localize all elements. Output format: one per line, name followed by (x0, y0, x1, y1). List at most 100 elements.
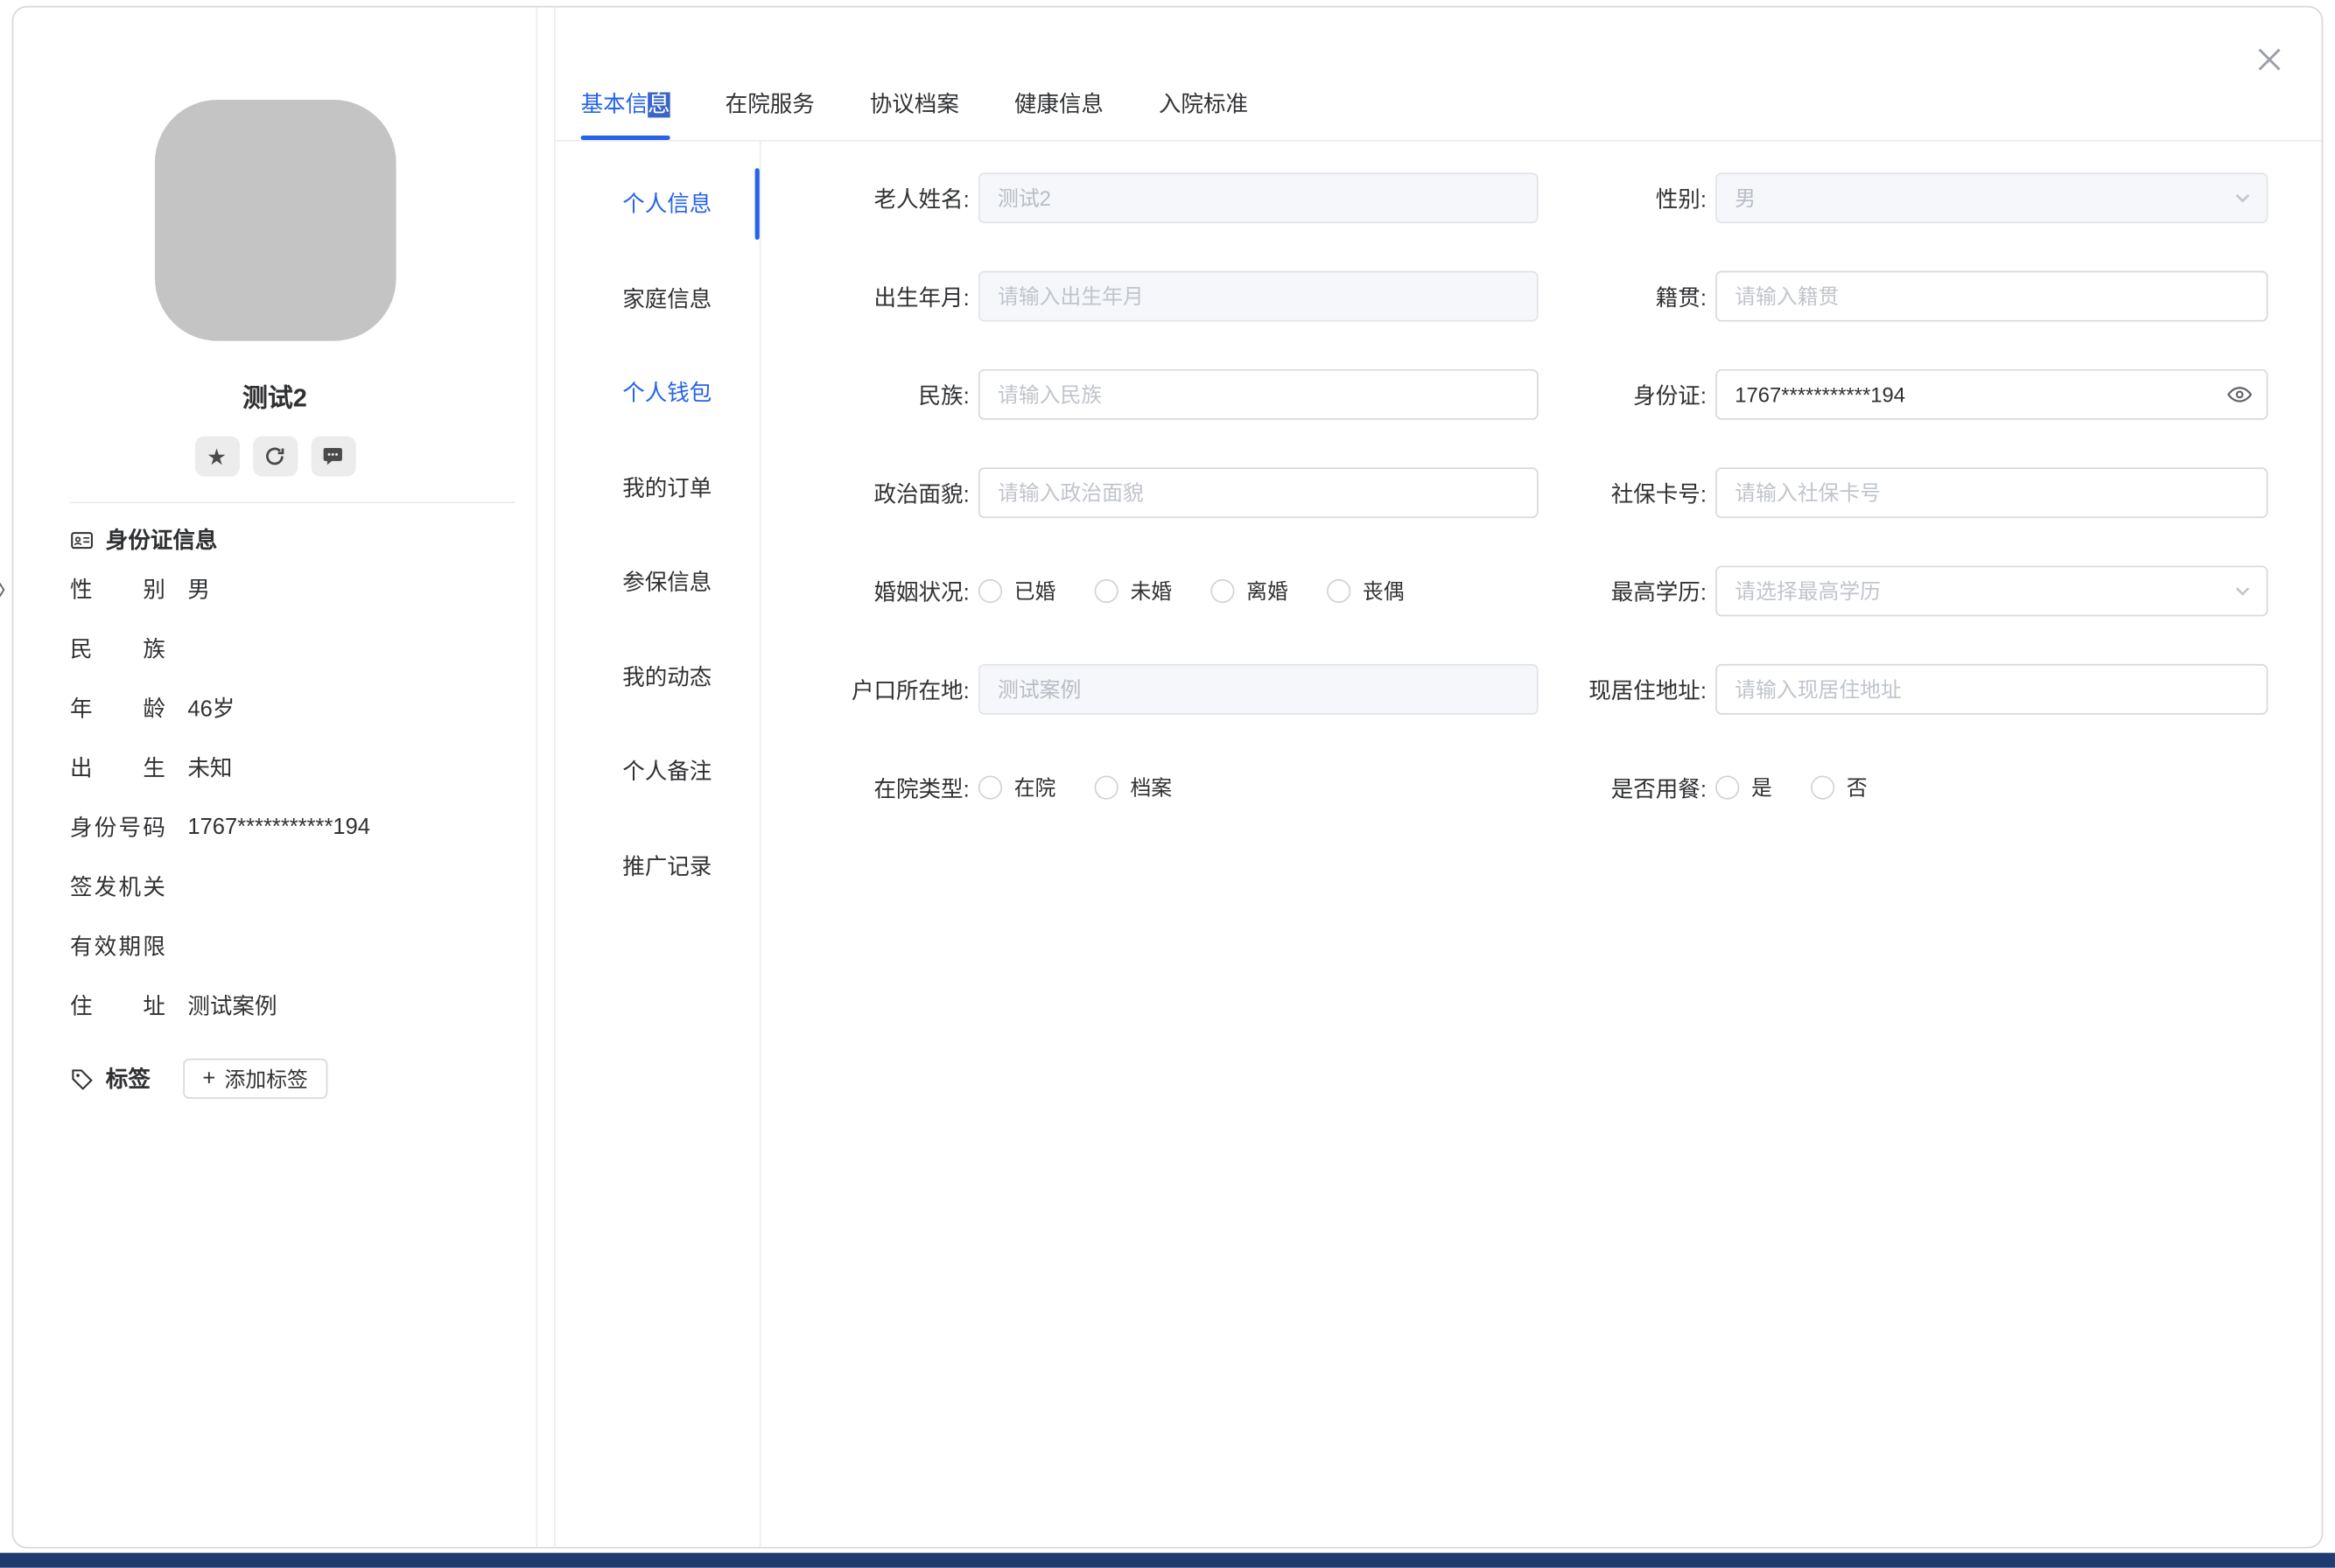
current-address-input[interactable] (1715, 664, 2268, 715)
radio-label: 离婚 (1246, 576, 1288, 606)
id-row-label: 有效期限 (70, 930, 165, 962)
tag-icon (70, 1067, 94, 1090)
form-row: 户口所在地: 现居住地址: (790, 664, 2321, 715)
sub-navigation: 个人信息 家庭信息 个人钱包 我的订单 参保信息 我的动态 个人备注 推广记录 (556, 142, 761, 1547)
subnav-personal-notes[interactable]: 个人备注 (556, 724, 760, 818)
sync-icon (263, 445, 286, 468)
social-security-input[interactable] (1715, 467, 2268, 518)
radio-unmarried[interactable]: 未婚 (1095, 576, 1172, 606)
screen: 〉 测试2 ★ (0, 0, 2335, 1568)
eye-icon[interactable] (2226, 382, 2254, 409)
favorite-button[interactable]: ★ (194, 437, 239, 477)
active-indicator (755, 168, 760, 240)
id-row-label: 年龄 (70, 691, 165, 723)
education-label: 最高学历: (1539, 576, 1715, 607)
id-card-section-title: 身份证信息 (70, 524, 522, 556)
tab-in-facility-services[interactable]: 在院服务 (726, 8, 815, 140)
radio-married[interactable]: 已婚 (978, 576, 1055, 606)
radio-circle (1715, 775, 1739, 799)
marital-status-radio-group: 已婚 未婚 离婚 丧偶 (978, 576, 1539, 606)
id-row-label: 民族 (70, 632, 165, 663)
subnav-insurance-info[interactable]: 参保信息 (556, 535, 760, 629)
subnav-promotion-records[interactable]: 推广记录 (556, 818, 760, 913)
political-status-label: 政治面貌: (790, 477, 978, 508)
add-tag-button[interactable]: + 添加标签 (183, 1059, 327, 1099)
radio-circle (1811, 775, 1834, 799)
id-row-label: 出生 (70, 751, 165, 782)
id-number-label: 身份证: (1539, 379, 1715, 410)
id-number-input[interactable] (1715, 369, 2268, 420)
id-row-issuer: 签发机关 (70, 856, 522, 915)
radio-circle (978, 775, 1002, 799)
gender-select[interactable]: 男 (1715, 172, 2268, 223)
radio-divorced[interactable]: 离婚 (1210, 576, 1287, 606)
subnav-personal-wallet[interactable]: 个人钱包 (556, 346, 760, 440)
political-status-input[interactable] (978, 467, 1539, 518)
subnav-personal-info[interactable]: 个人信息 (556, 157, 760, 251)
native-place-input[interactable] (1715, 271, 2268, 322)
form-row: 民族: 身份证: (790, 369, 2321, 420)
radio-meal-no[interactable]: 否 (1811, 773, 1868, 802)
residency-type-label: 在院类型: (790, 772, 978, 803)
subnav-my-orders[interactable]: 我的订单 (556, 440, 760, 535)
id-row-age: 年龄 46岁 (70, 677, 522, 737)
form-row: 在院类型: 在院 档案 是否用餐: 是 否 (790, 762, 2321, 813)
tab-label: 基本信 (581, 92, 649, 117)
id-row-value: 测试案例 (187, 990, 277, 1021)
household-location-input[interactable] (978, 664, 1539, 715)
tab-label: 入院标准 (1159, 88, 1248, 119)
ethnicity-input[interactable] (978, 369, 1539, 420)
background-app-bar (0, 1553, 2335, 1568)
radio-widowed[interactable]: 丧偶 (1327, 576, 1404, 606)
tab-agreement-archive[interactable]: 协议档案 (870, 8, 959, 140)
radio-circle (1210, 579, 1234, 603)
gender-value: 男 (1735, 183, 1756, 213)
radio-in-facility[interactable]: 在院 (978, 773, 1055, 802)
tab-label: 协议档案 (870, 88, 959, 119)
radio-circle (1327, 579, 1350, 603)
tab-admission-criteria[interactable]: 入院标准 (1159, 8, 1248, 140)
elder-name-input[interactable] (978, 172, 1539, 223)
tab-basic-info[interactable]: 基本信息 (581, 8, 670, 140)
personal-info-form: 老人姓名: 性别: 男 出生年月: (761, 142, 2321, 1547)
id-row-value: 未知 (187, 751, 232, 782)
main-area: 基本信息 在院服务 协议档案 健康信息 入院标准 个人信息 (556, 8, 2322, 1547)
social-security-label: 社保卡号: (1539, 477, 1715, 508)
elder-name-label: 老人姓名: (790, 182, 978, 214)
birth-date-input[interactable] (978, 271, 1539, 322)
residency-type-radio-group: 在院 档案 (978, 773, 1539, 802)
close-icon[interactable] (2253, 43, 2285, 75)
native-place-label: 籍贯: (1539, 281, 1715, 312)
radio-label: 未婚 (1130, 576, 1172, 606)
radio-label: 已婚 (1014, 576, 1056, 606)
birth-date-label: 出生年月: (790, 281, 978, 312)
panel-gutter (537, 8, 555, 1547)
message-button[interactable] (311, 437, 355, 477)
chevron-down-icon (2233, 189, 2251, 206)
id-row-gender: 性别 男 (70, 558, 522, 618)
id-number-field (1715, 369, 2268, 420)
tab-health-info[interactable]: 健康信息 (1014, 8, 1104, 140)
id-row-label: 性别 (70, 572, 165, 604)
avatar (154, 100, 396, 341)
sync-button[interactable] (252, 437, 297, 477)
chevron-down-icon (2233, 582, 2251, 599)
radio-archive[interactable]: 档案 (1095, 773, 1172, 802)
id-row-label: 身份号码 (70, 810, 165, 842)
radio-circle (978, 579, 1002, 603)
meal-label: 是否用餐: (1539, 772, 1715, 803)
marital-status-label: 婚姻状况: (790, 576, 978, 607)
education-select[interactable]: 请选择最高学历 (1715, 566, 2268, 617)
radio-label: 丧偶 (1363, 576, 1405, 606)
form-row: 政治面貌: 社保卡号: (790, 467, 2321, 518)
radio-label: 档案 (1130, 773, 1172, 802)
id-row-id-number: 身份号码 1767***********194 (70, 796, 522, 856)
id-card-title-text: 身份证信息 (106, 524, 218, 556)
form-row: 婚姻状况: 已婚 未婚 离婚 丧偶 最高学历: 请选择最高学历 (790, 566, 2321, 617)
subnav-family-info[interactable]: 家庭信息 (556, 251, 760, 346)
radio-meal-yes[interactable]: 是 (1715, 773, 1772, 802)
subnav-my-activity[interactable]: 我的动态 (556, 629, 760, 724)
tab-bar: 基本信息 在院服务 协议档案 健康信息 入院标准 (556, 8, 2322, 142)
id-card-icon (70, 528, 94, 551)
radio-circle (1095, 579, 1118, 603)
